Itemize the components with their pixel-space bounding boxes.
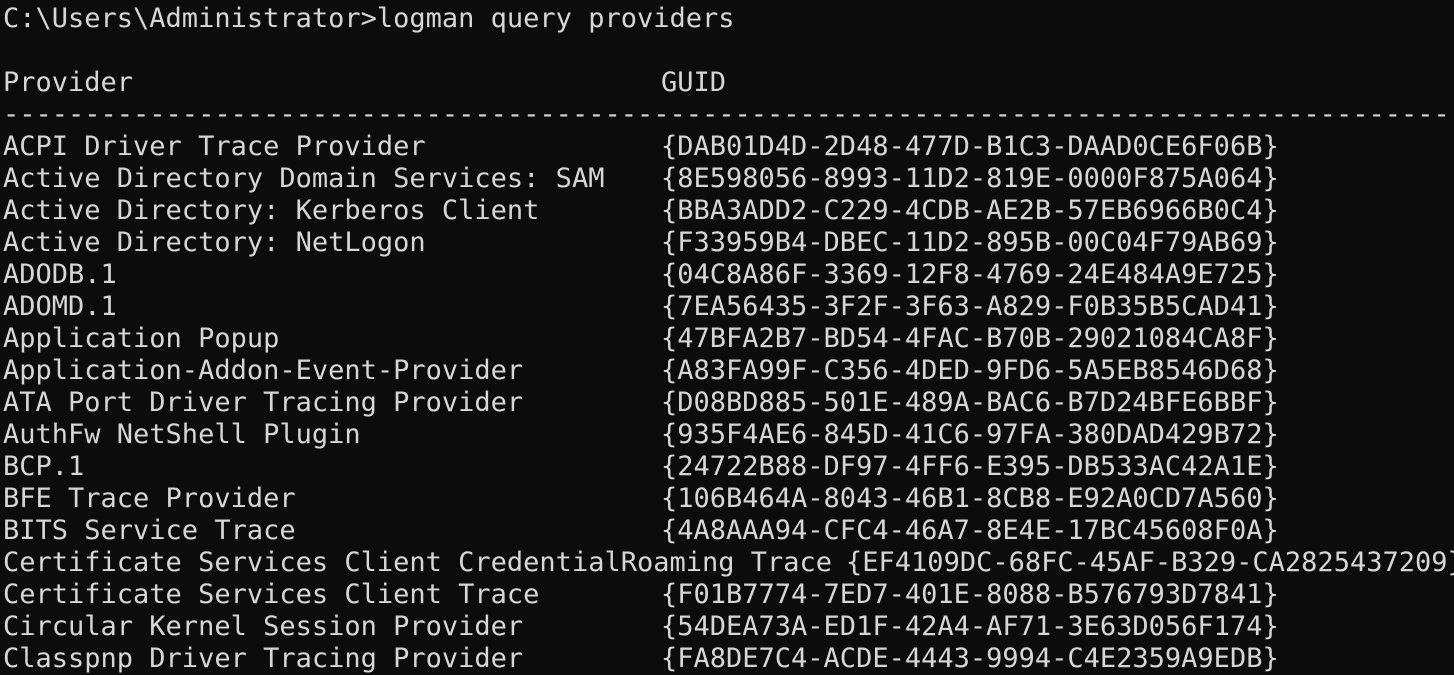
table-row: Active Directory Domain Services: SAM {8E… [3, 163, 1454, 195]
table-row: Circular Kernel Session Provider {54DEA73… [3, 611, 1454, 643]
provider-name: ACPI Driver Trace Provider [3, 131, 426, 162]
provider-name: Circular Kernel Session Provider [3, 611, 524, 642]
provider-name: Certificate Services Client CredentialRo… [3, 547, 833, 578]
provider-guid: {D08BD885-501E-489A-BAC6-B7D24BFE6BBF} [661, 387, 1279, 418]
provider-name: Application Popup [3, 323, 280, 354]
provider-guid: {FA8DE7C4-ACDE-4443-9994-C4E2359A9EDB} [661, 643, 1279, 674]
provider-guid: {54DEA73A-ED1F-42A4-AF71-3E63D056F174} [661, 611, 1279, 642]
provider-name: AuthFw NetShell Plugin [3, 419, 361, 450]
provider-guid: {7EA56435-3F2F-3F63-A829-F0B35B5CAD41} [661, 291, 1279, 322]
provider-column-header: Provider [3, 67, 134, 98]
provider-name: Classpnp Driver Tracing Provider [3, 643, 524, 674]
provider-name: Certificate Services Client Trace [3, 579, 540, 610]
provider-guid: {24722B88-DF97-4FF6-E395-DB533AC42A1E} [661, 451, 1279, 482]
provider-guid: {8E598056-8993-11D2-819E-0000F875A064} [661, 163, 1279, 194]
provider-name: BITS Service Trace [3, 515, 296, 546]
provider-name: Active Directory: Kerberos Client [3, 195, 540, 226]
provider-name: Active Directory: NetLogon [3, 227, 426, 258]
provider-guid: {04C8A86F-3369-12F8-4769-24E484A9E725} [661, 259, 1279, 290]
table-row: AuthFw NetShell Plugin {935F4AE6-845D-41C… [3, 419, 1454, 451]
table-row: ATA Port Driver Tracing Provider {D08BD88… [3, 387, 1454, 419]
table-row: ADODB.1 {04C8A86F-3369-12F8-4769-24E484A9… [3, 259, 1454, 291]
provider-guid: {47BFA2B7-BD54-4FAC-B70B-29021084CA8F} [661, 323, 1279, 354]
provider-guid: {4A8AAA94-CFC4-46A7-8E4E-17BC45608F0A} [661, 515, 1279, 546]
table-row: Certificate Services Client CredentialRo… [3, 547, 1454, 579]
table-row: Application Popup {47BFA2B7-BD54-4FAC-B70… [3, 323, 1454, 355]
table-row: Active Directory: Kerberos Client {BBA3AD… [3, 195, 1454, 227]
provider-name: BCP.1 [3, 451, 85, 482]
table-row: BCP.1 {24722B88-DF97-4FF6-E395-DB533AC42A… [3, 451, 1454, 483]
provider-name: Application-Addon-Event-Provider [3, 355, 524, 386]
table-row: ADOMD.1 {7EA56435-3F2F-3F63-A829-F0B35B5C… [3, 291, 1454, 323]
console-window[interactable]: C:\Users\Administrator>logman query prov… [0, 0, 1454, 674]
table-header: Provider GUID [3, 67, 1454, 99]
provider-name: ADODB.1 [3, 259, 117, 290]
provider-guid: {A83FA99F-C356-4DED-9FD6-5A5EB8546D68} [661, 355, 1279, 386]
provider-name: BFE Trace Provider [3, 483, 296, 514]
provider-guid: {F01B7774-7ED7-401E-8088-B576793D7841} [661, 579, 1279, 610]
guid-column-header: GUID [661, 67, 727, 98]
provider-list: ACPI Driver Trace Provider {DAB01D4D-2D48… [3, 131, 1454, 675]
table-row: Certificate Services Client Trace {F01B77… [3, 579, 1454, 611]
provider-guid: {DAB01D4D-2D48-477D-B1C3-DAAD0CE6F06B} [661, 131, 1279, 162]
prompt: C:\Users\Administrator> [3, 3, 377, 34]
provider-guid: {EF4109DC-68FC-45AF-B329-CA2825437209} [846, 547, 1454, 578]
table-row: Application-Addon-Event-Provider {A83FA99… [3, 355, 1454, 387]
provider-guid: {935F4AE6-845D-41C6-97FA-380DAD429B72} [661, 419, 1279, 450]
table-row: Classpnp Driver Tracing Provider {FA8DE7C… [3, 643, 1454, 675]
provider-guid: {BBA3ADD2-C229-4CDB-AE2B-57EB6966B0C4} [661, 195, 1279, 226]
command-text: logman query providers [376, 3, 735, 34]
table-row: Active Directory: NetLogon {F33959B4-DBEC… [3, 227, 1454, 259]
table-row: BITS Service Trace {4A8AAA94-CFC4-46A7-8E… [3, 515, 1454, 547]
provider-name: Active Directory Domain Services: SAM [3, 163, 605, 194]
provider-name: ATA Port Driver Tracing Provider [3, 387, 524, 418]
table-row: ACPI Driver Trace Provider {DAB01D4D-2D48… [3, 131, 1454, 163]
table-row: BFE Trace Provider {106B464A-8043-46B1-8C… [3, 483, 1454, 515]
provider-guid: {F33959B4-DBEC-11D2-895B-00C04F79AB69} [661, 227, 1279, 258]
command-line: C:\Users\Administrator>logman query prov… [3, 3, 1454, 35]
provider-name: ADOMD.1 [3, 291, 117, 322]
provider-guid: {106B464A-8043-46B1-8CB8-E92A0CD7A560} [661, 483, 1279, 514]
header-separator: ----------------------------------------… [3, 99, 1454, 130]
